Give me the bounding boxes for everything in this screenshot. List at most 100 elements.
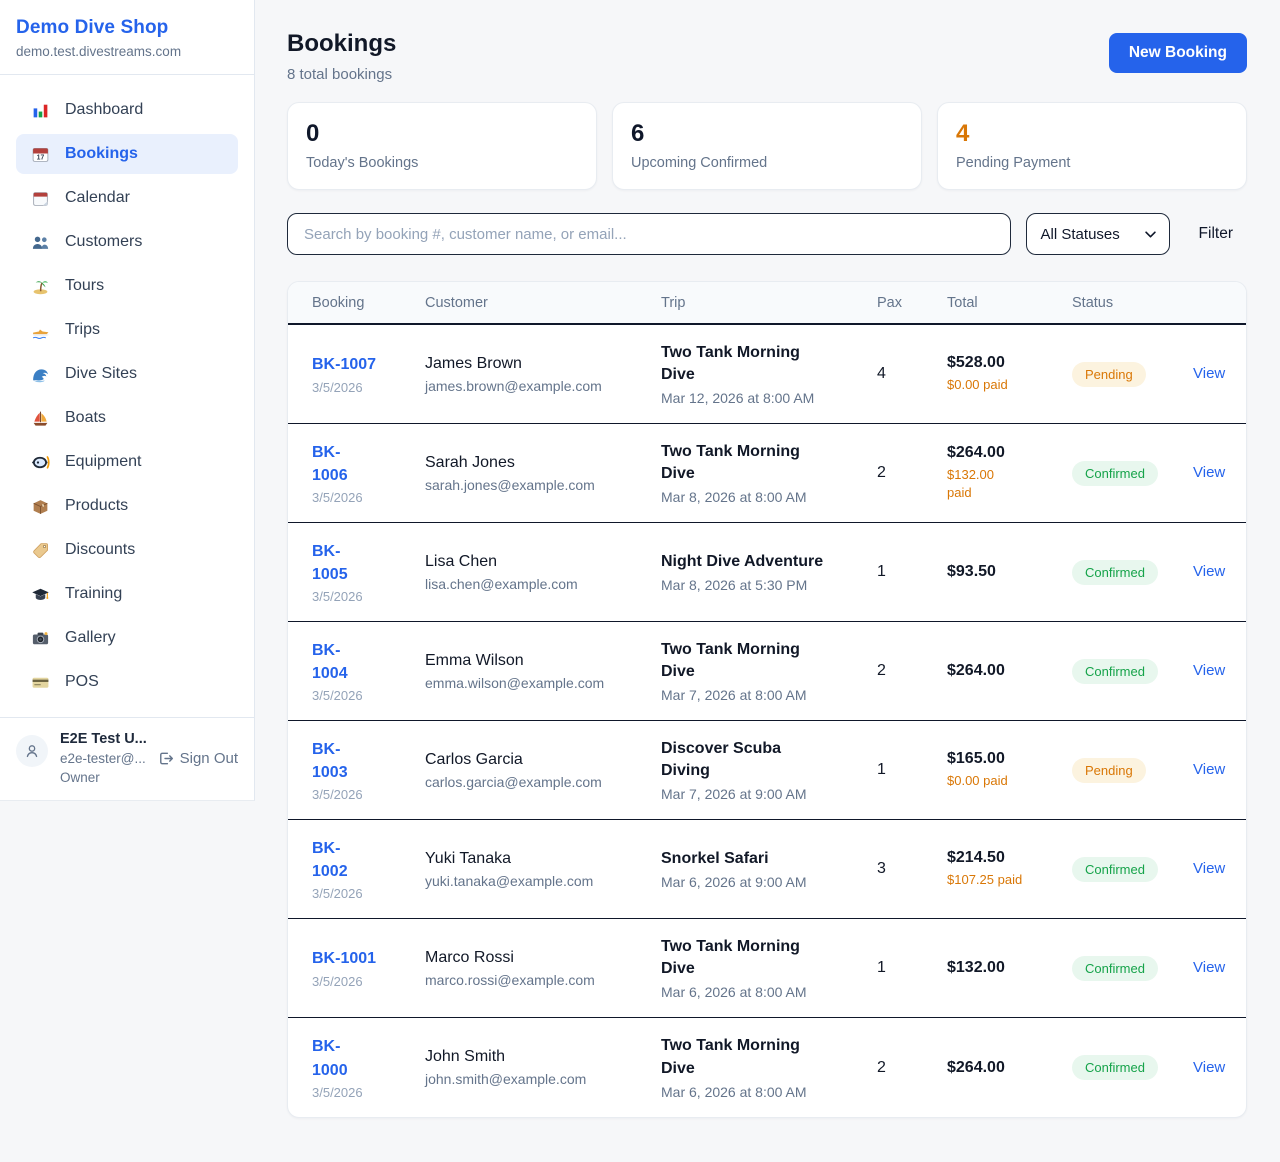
table-row: BK- 10053/5/2026 Lisa Chenlisa.chen@exam… bbox=[288, 523, 1246, 622]
trip-name: Discover Scuba Diving bbox=[661, 738, 867, 783]
sidebar-item-products[interactable]: Products bbox=[16, 486, 238, 526]
sidebar-item-label: Customers bbox=[65, 233, 142, 251]
column-header-customer: Customer bbox=[425, 295, 661, 311]
sidebar-item-bookings[interactable]: 17 Bookings bbox=[16, 134, 238, 174]
table-row: BK- 1002 3/5/2026 Yuki Tanaka yuki.tanaka@… bbox=[288, 820, 1246, 919]
booking-id-link[interactable]: BK- 1005 bbox=[312, 540, 348, 586]
booking-id-link[interactable]: BK- 1000 bbox=[312, 1035, 348, 1081]
total-amount: $264.00 bbox=[947, 662, 1062, 680]
sidebar-item-customers[interactable]: Customers bbox=[16, 222, 238, 262]
customer-name: Yuki Tanaka bbox=[425, 850, 651, 868]
status-badge: Confirmed bbox=[1072, 560, 1158, 585]
view-link[interactable]: View bbox=[1193, 860, 1225, 877]
table-row: BK- 10063/5/2026 Sarah Jonessarah.jones@… bbox=[288, 424, 1246, 523]
column-header-trip: Trip bbox=[661, 295, 877, 311]
sidebar-item-equipment[interactable]: Equipment bbox=[16, 442, 238, 482]
pax-count: 1 bbox=[877, 959, 947, 977]
person-icon bbox=[22, 741, 42, 761]
sidebar-item-dive-sites[interactable]: Dive Sites bbox=[16, 354, 238, 394]
stats-row: 0 Today's Bookings 6 Upcoming Confirmed … bbox=[287, 102, 1247, 190]
svg-text:17: 17 bbox=[36, 154, 44, 161]
view-link[interactable]: View bbox=[1193, 464, 1225, 481]
booking-id-link[interactable]: BK- 1006 bbox=[312, 441, 348, 487]
trip-name: Two Tank Morning Dive bbox=[661, 441, 867, 486]
new-booking-button[interactable]: New Booking bbox=[1109, 33, 1247, 73]
stat-card-upcoming-confirmed: 6 Upcoming Confirmed bbox=[612, 102, 922, 190]
customer-email: john.smith@example.com bbox=[425, 1071, 651, 1087]
view-link[interactable]: View bbox=[1193, 365, 1225, 382]
sidebar-item-label: Discounts bbox=[65, 541, 135, 559]
trip-name: Two Tank Morning Dive bbox=[661, 639, 867, 684]
page-subtitle: 8 total bookings bbox=[287, 66, 396, 83]
sidebar-item-label: Bookings bbox=[65, 145, 138, 163]
column-header-booking: Booking bbox=[312, 295, 425, 311]
sidebar-item-calendar[interactable]: Calendar bbox=[16, 178, 238, 218]
booking-id-link[interactable]: BK- 1004 bbox=[312, 639, 348, 685]
status-filter-value: All Statuses bbox=[1041, 226, 1120, 243]
sidebar-nav: Dashboard 17 Bookings Calendar Customers… bbox=[0, 75, 254, 717]
column-header-status: Status bbox=[1072, 295, 1193, 311]
customer-email: yuki.tanaka@example.com bbox=[425, 873, 651, 889]
sidebar-item-gallery[interactable]: Gallery bbox=[16, 618, 238, 658]
table-row: BK- 10033/5/2026 Carlos Garciacarlos.gar… bbox=[288, 721, 1246, 820]
filter-button[interactable]: Filter bbox=[1185, 225, 1247, 243]
sign-out-icon bbox=[157, 750, 174, 767]
sign-out-button[interactable]: Sign Out bbox=[157, 750, 238, 767]
bar-chart-icon bbox=[30, 100, 50, 120]
avatar bbox=[16, 735, 48, 767]
sidebar-item-dashboard[interactable]: Dashboard bbox=[16, 90, 238, 130]
wave-icon bbox=[30, 364, 50, 384]
trip-time: Mar 8, 2026 at 5:30 PM bbox=[661, 577, 867, 593]
customer-name: Sarah Jones bbox=[425, 454, 651, 472]
booking-id-link[interactable]: BK-1007 bbox=[312, 353, 376, 376]
pax-count: 2 bbox=[877, 662, 947, 680]
booking-date: 3/5/2026 bbox=[312, 886, 415, 901]
sidebar-item-pos[interactable]: POS bbox=[16, 662, 238, 702]
status-filter-select[interactable]: All Statuses bbox=[1026, 213, 1170, 255]
stat-label: Upcoming Confirmed bbox=[631, 155, 903, 171]
page-header: Bookings 8 total bookings New Booking bbox=[287, 30, 1247, 83]
customer-email: lisa.chen@example.com bbox=[425, 576, 651, 592]
sidebar-item-label: POS bbox=[65, 673, 99, 691]
camera-icon bbox=[30, 628, 50, 648]
sidebar-item-tours[interactable]: Tours bbox=[16, 266, 238, 306]
graduation-cap-icon bbox=[30, 584, 50, 604]
customer-name: James Brown bbox=[425, 355, 651, 373]
trip-time: Mar 6, 2026 at 8:00 AM bbox=[661, 1084, 867, 1100]
sidebar-item-discounts[interactable]: Discounts bbox=[16, 530, 238, 570]
booking-id-link[interactable]: BK-1001 bbox=[312, 947, 376, 970]
total-amount: $214.50 bbox=[947, 849, 1062, 867]
total-amount: $132.00 bbox=[947, 959, 1062, 977]
view-link[interactable]: View bbox=[1193, 959, 1225, 976]
table-row: BK-10073/5/2026 James Brownjames.brown@e… bbox=[288, 325, 1246, 424]
status-badge: Confirmed bbox=[1072, 857, 1158, 882]
sidebar-item-trips[interactable]: Trips bbox=[16, 310, 238, 350]
search-input[interactable] bbox=[287, 213, 1011, 255]
booking-date: 3/5/2026 bbox=[312, 380, 415, 395]
user-email: e2e-tester@... bbox=[60, 751, 149, 766]
status-badge: Confirmed bbox=[1072, 659, 1158, 684]
view-link[interactable]: View bbox=[1193, 1059, 1225, 1076]
booking-id-link[interactable]: BK- 1002 bbox=[312, 837, 348, 883]
sidebar-item-training[interactable]: Training bbox=[16, 574, 238, 614]
booking-id-link[interactable]: BK- 1003 bbox=[312, 738, 348, 784]
sidebar-item-boats[interactable]: Boats bbox=[16, 398, 238, 438]
trip-name: Snorkel Safari bbox=[661, 848, 867, 870]
customer-name: Emma Wilson bbox=[425, 652, 651, 670]
chevron-down-icon bbox=[1145, 231, 1156, 238]
total-amount: $93.50 bbox=[947, 563, 1062, 581]
trip-time: Mar 7, 2026 at 9:00 AM bbox=[661, 786, 867, 802]
sidebar-item-label: Training bbox=[65, 585, 122, 603]
filter-row: All Statuses Filter bbox=[287, 213, 1247, 255]
trip-name: Two Tank Morning Dive bbox=[661, 342, 867, 387]
total-amount: $165.00 bbox=[947, 750, 1062, 768]
view-link[interactable]: View bbox=[1193, 662, 1225, 679]
status-badge: Confirmed bbox=[1072, 1055, 1158, 1080]
shop-domain: demo.test.divestreams.com bbox=[16, 44, 238, 59]
table-header-row: Booking Customer Trip Pax Total Status bbox=[288, 282, 1246, 325]
view-link[interactable]: View bbox=[1193, 761, 1225, 778]
sidebar: Demo Dive Shop demo.test.divestreams.com… bbox=[0, 0, 255, 801]
view-link[interactable]: View bbox=[1193, 563, 1225, 580]
customer-name: John Smith bbox=[425, 1048, 651, 1066]
customer-name: Lisa Chen bbox=[425, 553, 651, 571]
